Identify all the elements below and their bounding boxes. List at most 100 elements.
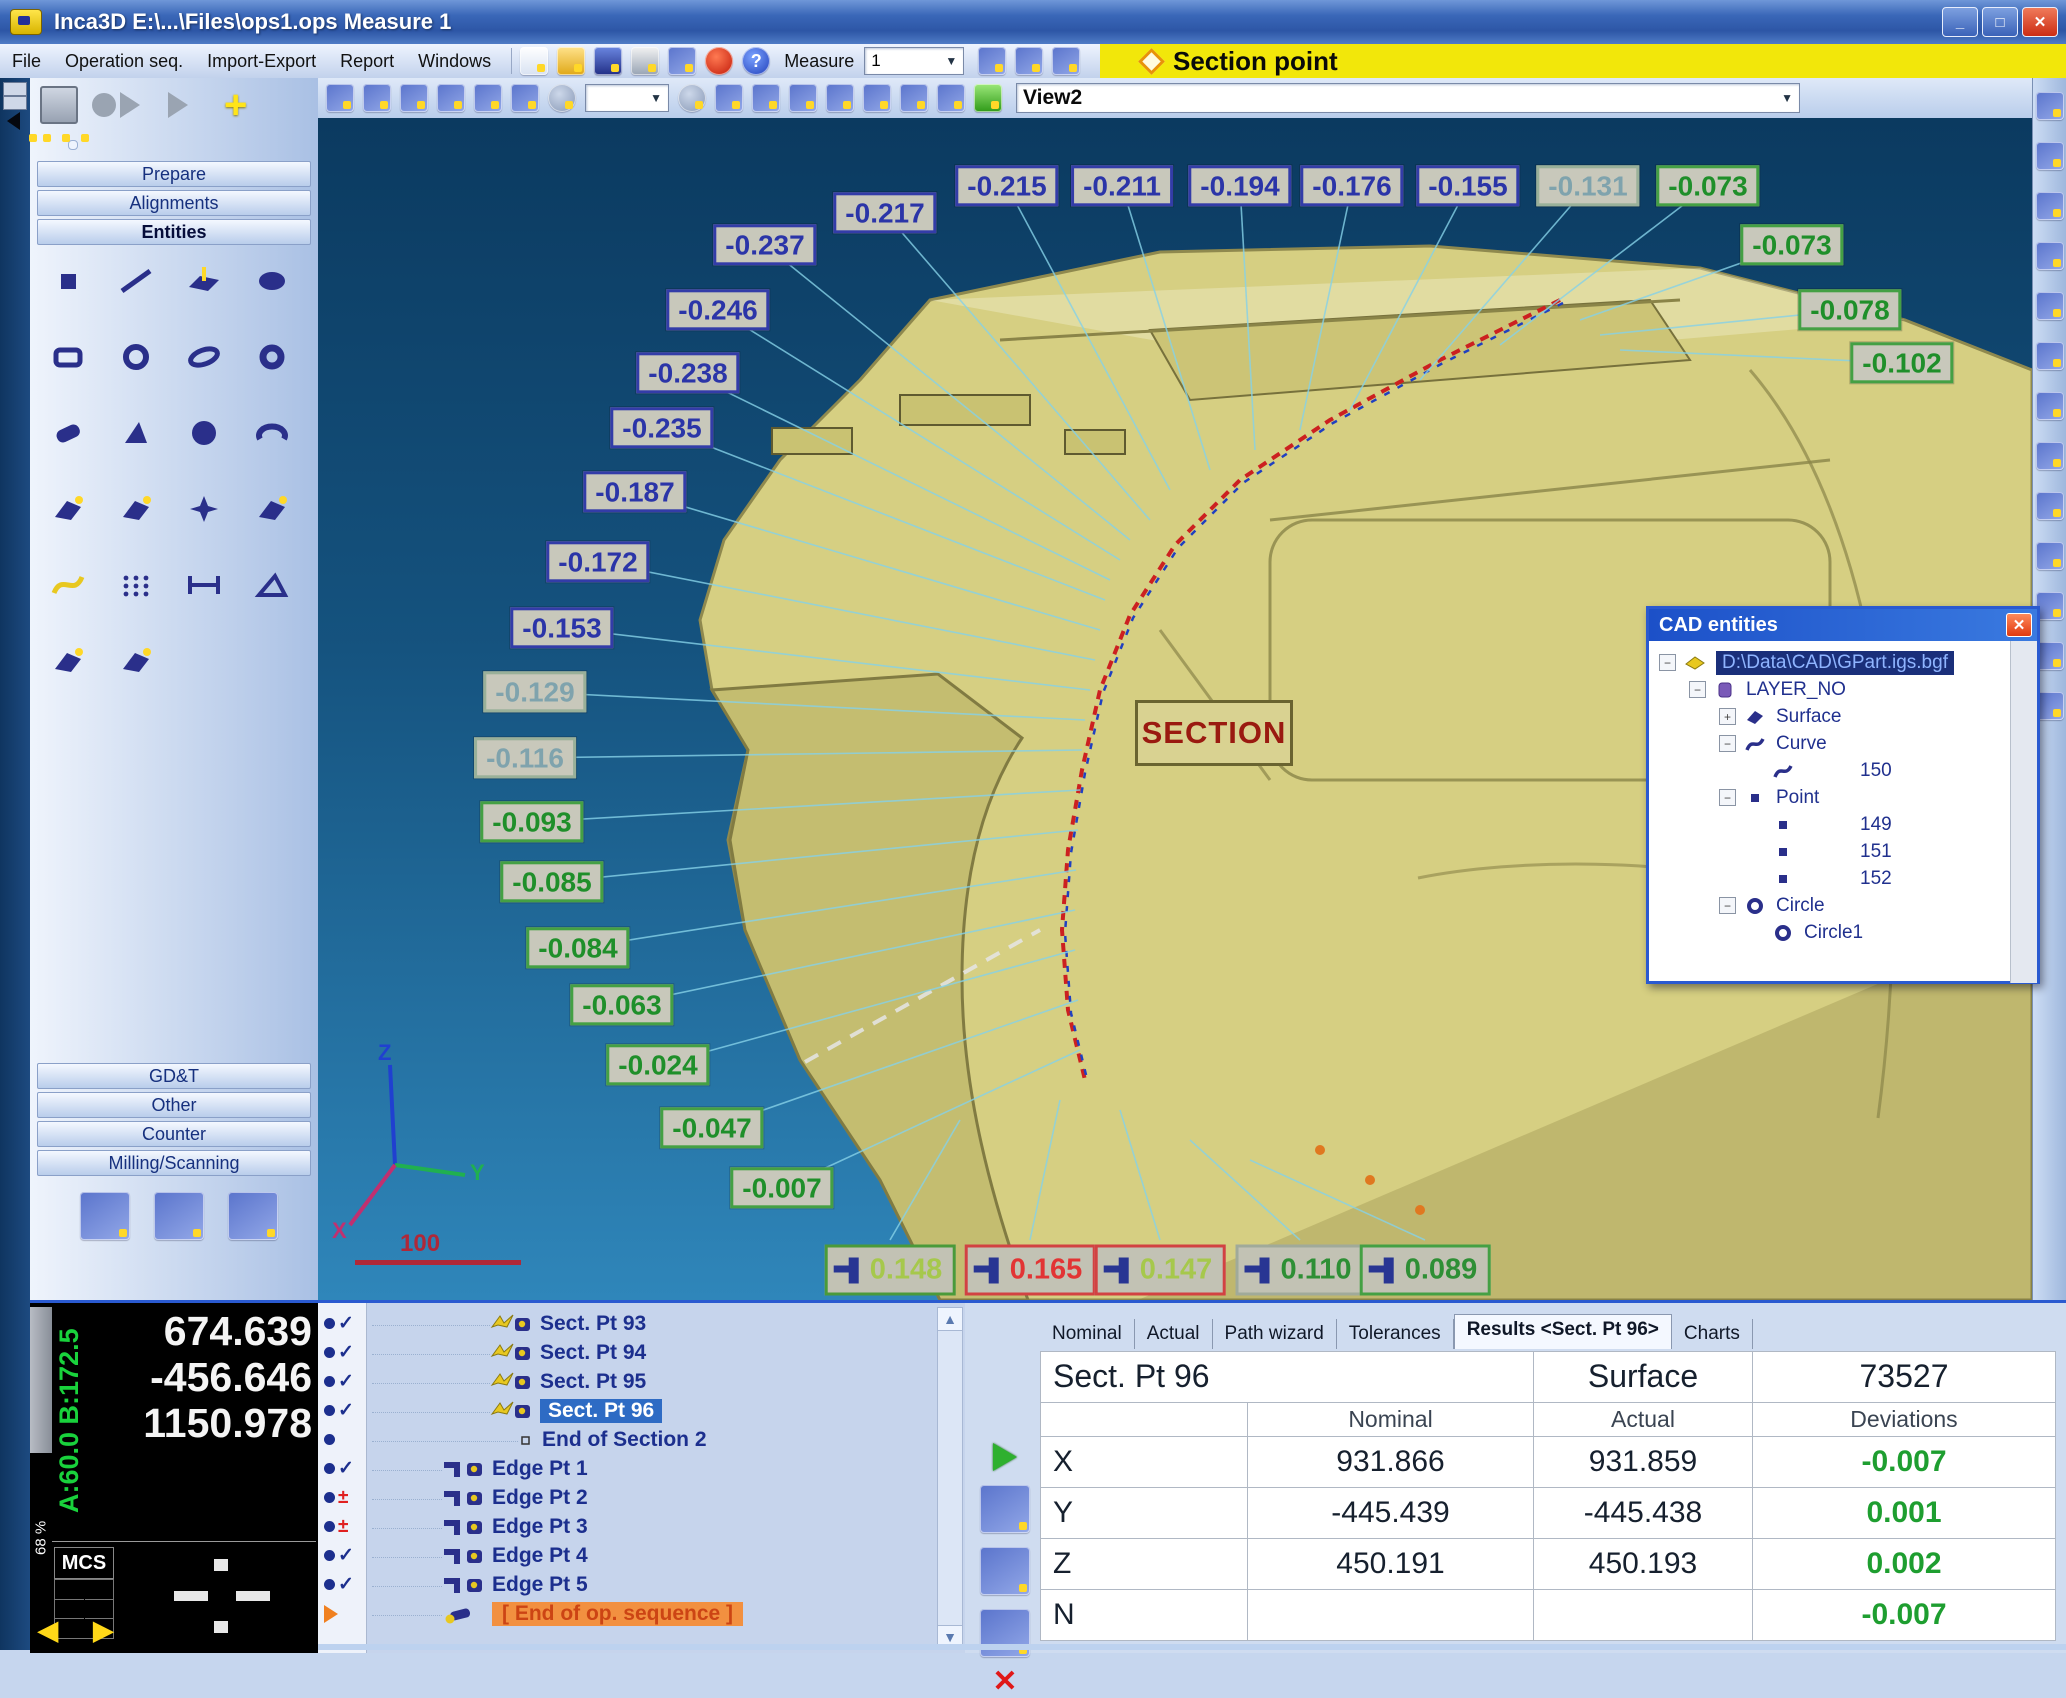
sequence-item[interactable]: ✓Edge Pt 5 xyxy=(318,1570,965,1599)
tab-counter[interactable]: Counter xyxy=(37,1121,311,1147)
entity-disc-icon[interactable] xyxy=(238,256,306,306)
entity-star-icon[interactable] xyxy=(170,484,238,534)
entity-saddle-icon[interactable] xyxy=(238,484,306,534)
entity-line-icon[interactable] xyxy=(102,256,170,306)
collapse-icon[interactable]: − xyxy=(1689,681,1706,698)
menu-report[interactable]: Report xyxy=(328,47,406,76)
clipboard-icon[interactable] xyxy=(40,86,78,124)
sequence-item[interactable]: ±Edge Pt 2 xyxy=(318,1483,965,1512)
delete-result-icon[interactable]: ✕ xyxy=(992,1671,1017,1693)
cad-scrollbar[interactable] xyxy=(2010,641,2037,983)
transform-icon[interactable] xyxy=(863,84,891,112)
select-window-icon[interactable] xyxy=(2036,292,2064,320)
sequence-item[interactable]: ✓Edge Pt 4 xyxy=(318,1541,965,1570)
new-document-icon[interactable] xyxy=(520,47,548,75)
probe-icon[interactable] xyxy=(978,47,1006,75)
tab-gd-t[interactable]: GD&T xyxy=(37,1063,311,1089)
monitor-probe-icon[interactable] xyxy=(715,84,743,112)
view-index-combo[interactable]: ▼ xyxy=(585,84,669,112)
chevron-down-icon[interactable]: ▼ xyxy=(650,91,662,105)
entity-ellipse-icon[interactable] xyxy=(170,332,238,382)
entity-point-icon[interactable] xyxy=(34,256,102,306)
menu-operation-seq-[interactable]: Operation seq. xyxy=(53,47,195,76)
nav-forward-icon[interactable] xyxy=(678,84,706,112)
sequence-item[interactable]: ✓Sect. Pt 93 xyxy=(318,1309,965,1338)
cad-tree-item[interactable]: Circle1 xyxy=(1649,919,2037,946)
entity-cylinder-icon[interactable] xyxy=(34,408,102,458)
run-play-icon[interactable] xyxy=(993,1443,1017,1471)
entity-distance-icon[interactable] xyxy=(170,560,238,610)
collapse-icon[interactable]: − xyxy=(1719,735,1736,752)
run-icon[interactable] xyxy=(168,92,188,118)
chevron-down-icon[interactable]: ▼ xyxy=(1781,91,1793,105)
orbit-icon[interactable] xyxy=(2036,92,2064,120)
select-entity-icon[interactable] xyxy=(2036,492,2064,520)
cad-tree-item[interactable]: +Surface xyxy=(1649,703,2037,730)
sequence-item[interactable]: ✓Sect. Pt 96 xyxy=(318,1396,965,1425)
menu-windows[interactable]: Windows xyxy=(406,47,503,76)
maximize-button[interactable]: □ xyxy=(1982,7,2018,37)
lock-icon[interactable] xyxy=(974,84,1002,112)
close-button[interactable]: ✕ xyxy=(2022,7,2058,37)
joystick-icon[interactable] xyxy=(80,1192,130,1240)
entity-formula-icon[interactable] xyxy=(102,636,170,686)
sequence-item[interactable]: End of Section 2 xyxy=(318,1425,965,1454)
results-tab-results-sect-pt-96-[interactable]: Results <Sect. Pt 96> xyxy=(1454,1314,1672,1349)
axis-toggle-arrows[interactable]: ◀ ▶ xyxy=(38,1615,127,1646)
results-tab-path-wizard[interactable]: Path wizard xyxy=(1213,1319,1337,1349)
results-tab-tolerances[interactable]: Tolerances xyxy=(1337,1319,1454,1349)
collapse-panel-icon[interactable] xyxy=(7,112,20,130)
entity-edge-point-icon[interactable] xyxy=(102,484,170,534)
cad-tree-item[interactable]: 152 xyxy=(1649,865,2037,892)
print-icon[interactable] xyxy=(631,47,659,75)
render-shaded-icon[interactable] xyxy=(752,84,780,112)
feature-ball-icon[interactable] xyxy=(980,1485,1030,1533)
entity-cone-icon[interactable] xyxy=(102,408,170,458)
save-icon[interactable] xyxy=(594,47,622,75)
menu-import-export[interactable]: Import-Export xyxy=(195,47,328,76)
sequence-item[interactable]: ✓Sect. Pt 94 xyxy=(318,1338,965,1367)
expand-icon[interactable]: + xyxy=(1719,708,1736,725)
view-selector-combo[interactable]: View2 ▼ xyxy=(1016,83,1800,113)
entity-sphere-icon[interactable] xyxy=(170,408,238,458)
results-tab-actual[interactable]: Actual xyxy=(1135,1319,1213,1349)
entity-point-vector-icon[interactable] xyxy=(34,484,102,534)
select-probe-gray-icon[interactable] xyxy=(511,84,539,112)
rotate-view-icon[interactable] xyxy=(900,84,928,112)
coordinate-system-label[interactable]: MCS xyxy=(54,1547,114,1579)
collapse-icon[interactable]: − xyxy=(1719,789,1736,806)
tab-entities[interactable]: Entities xyxy=(37,219,311,245)
cad-tree-item[interactable]: −D:\Data\CAD\GPart.igs.bgf xyxy=(1649,649,2037,676)
view-layout-icon[interactable] xyxy=(326,84,354,112)
select-plus-icon[interactable] xyxy=(2036,242,2064,270)
entity-rectangle-icon[interactable] xyxy=(34,332,102,382)
entity-circle-icon[interactable] xyxy=(102,332,170,382)
entity-patch-icon[interactable] xyxy=(34,636,102,686)
render-textured-icon[interactable] xyxy=(789,84,817,112)
nav-back-icon[interactable] xyxy=(548,84,576,112)
entity-torus-icon[interactable] xyxy=(238,408,306,458)
feature-ball2-icon[interactable] xyxy=(980,1547,1030,1595)
settings-gear-icon[interactable] xyxy=(937,84,965,112)
entity-curve-icon[interactable] xyxy=(34,560,102,610)
crosshair-icon[interactable] xyxy=(2036,442,2064,470)
sequence-item[interactable]: ±Edge Pt 3 xyxy=(318,1512,965,1541)
chevron-down-icon[interactable]: ▼ xyxy=(945,54,957,68)
emergency-stop-icon[interactable] xyxy=(705,47,733,75)
collapse-icon[interactable]: − xyxy=(1719,897,1736,914)
cad-tree-item[interactable]: 149 xyxy=(1649,811,2037,838)
measure-combo[interactable]: 1 ▼ xyxy=(864,47,964,75)
results-tab-nominal[interactable]: Nominal xyxy=(1040,1319,1135,1349)
sequence-item[interactable]: ✓Edge Pt 1 xyxy=(318,1454,965,1483)
menu-file[interactable]: File xyxy=(0,47,53,76)
dock-handle-icon[interactable] xyxy=(3,96,27,110)
tab-other[interactable]: Other xyxy=(37,1092,311,1118)
cad-panel-titlebar[interactable]: CAD entities ✕ xyxy=(1649,609,2037,641)
open-file-icon[interactable] xyxy=(557,47,585,75)
entity-plane-icon[interactable] xyxy=(170,256,238,306)
entity-angle-icon[interactable] xyxy=(238,560,306,610)
points-cloud-icon[interactable] xyxy=(2036,692,2064,720)
cmm-axes-alt-icon[interactable] xyxy=(400,84,428,112)
close-icon[interactable]: ✕ xyxy=(2006,613,2032,637)
add-icon[interactable]: + xyxy=(224,90,247,120)
